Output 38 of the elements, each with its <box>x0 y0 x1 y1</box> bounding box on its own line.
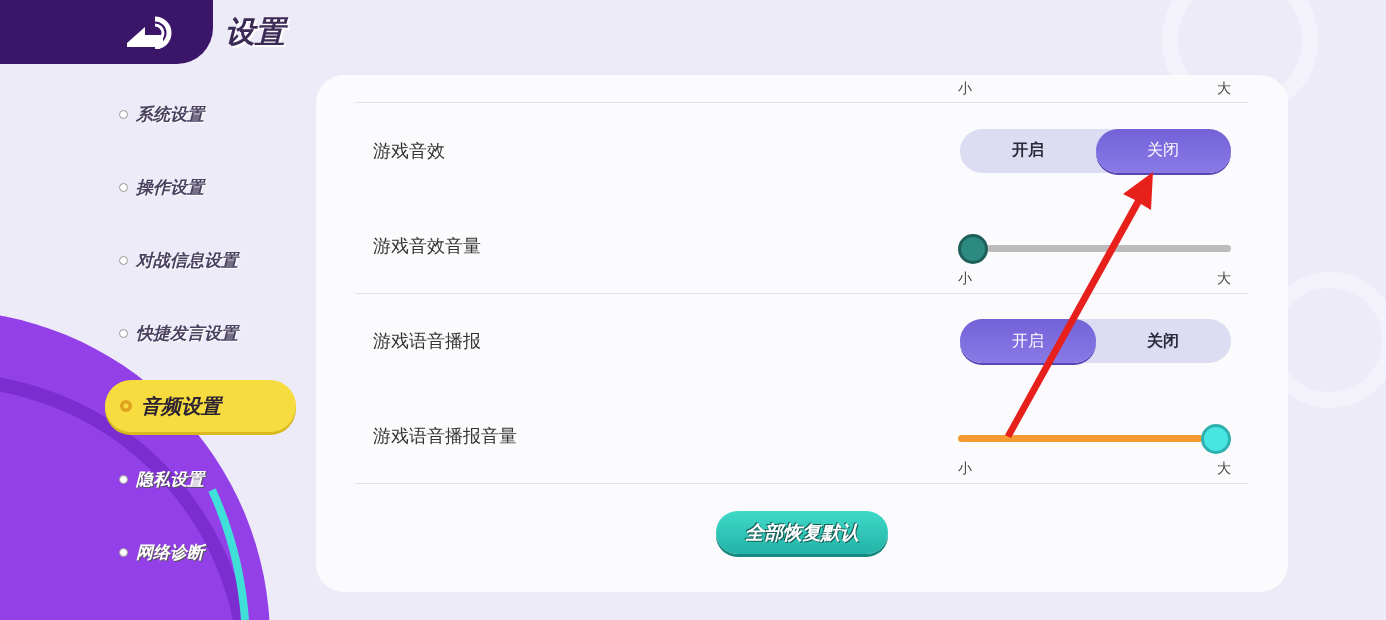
sidebar-item[interactable]: 音频设置 <box>105 380 296 432</box>
bullet-icon <box>119 182 128 192</box>
sidebar-item[interactable]: 对战信息设置 <box>105 234 296 286</box>
setting-label: 游戏音效音量 <box>373 233 481 258</box>
toggle-option[interactable]: 关闭 <box>1095 128 1231 173</box>
back-button[interactable] <box>0 0 213 64</box>
setting-label: 游戏音效 <box>373 138 445 163</box>
sidebar-item[interactable]: 网络诊断 <box>105 526 296 578</box>
bullet-icon <box>119 255 128 265</box>
toggle-option[interactable]: 开启 <box>960 128 1096 173</box>
sidebar-label: 系统设置 <box>136 102 204 126</box>
sidebar-item[interactable]: 操作设置 <box>105 161 296 213</box>
bullet-icon <box>119 547 128 557</box>
sidebar-label: 快捷发言设置 <box>136 321 238 345</box>
min-label: 小 <box>958 79 972 98</box>
bullet-icon <box>119 328 128 338</box>
sidebar-label: 音频设置 <box>141 392 221 420</box>
slider-thumb[interactable] <box>1201 423 1231 454</box>
bullet-icon <box>119 109 128 119</box>
sidebar-item[interactable]: 隐私设置 <box>105 453 296 505</box>
toggle-option[interactable]: 关闭 <box>1095 319 1231 363</box>
sidebar-label: 操作设置 <box>136 175 204 199</box>
disc-icon <box>119 399 133 413</box>
setting-label: 游戏语音播报 <box>373 329 481 353</box>
slider-thumb[interactable] <box>958 233 988 264</box>
max-label: 大 <box>1217 269 1231 288</box>
sidebar-item[interactable]: 系统设置 <box>105 88 296 140</box>
sidebar-item[interactable]: 快捷发言设置 <box>105 307 296 359</box>
sidebar-label: 隐私设置 <box>136 467 204 491</box>
max-label: 大 <box>1217 79 1231 98</box>
sidebar-label: 网络诊断 <box>136 540 204 564</box>
toggle-option[interactable]: 开启 <box>960 319 1096 363</box>
max-label: 大 <box>1217 459 1231 478</box>
min-label: 小 <box>958 269 972 288</box>
sidebar-label: 对战信息设置 <box>136 248 238 272</box>
min-label: 小 <box>958 459 972 478</box>
setting-label: 游戏语音播报音量 <box>373 423 517 448</box>
bullet-icon <box>119 474 128 484</box>
